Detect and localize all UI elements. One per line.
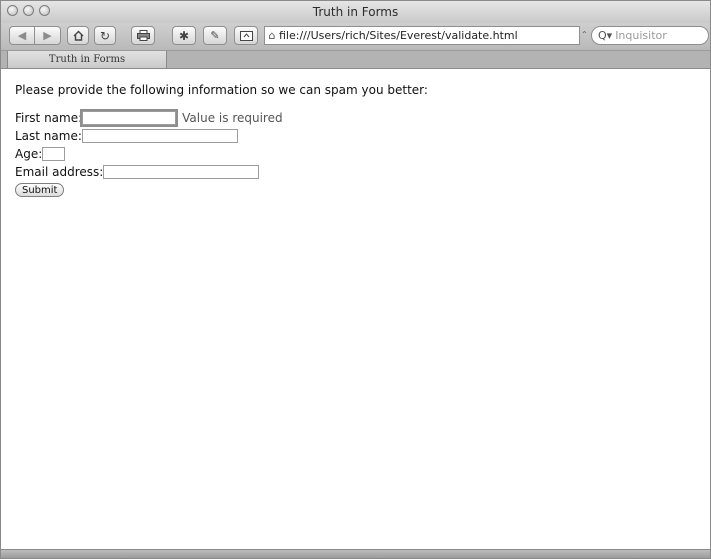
forward-arrow-icon: ▶ — [43, 29, 52, 42]
last-name-input[interactable] — [81, 129, 238, 143]
tab-truth-in-forms[interactable]: Truth in Forms — [7, 51, 167, 68]
browser-window: Truth in Forms ◀ ▶ ↻ ✱ ✎ ⌂ file:///Users… — [0, 0, 711, 559]
home-icon — [73, 30, 83, 41]
search-placeholder: Inquisitor — [615, 29, 667, 42]
print-icon — [136, 30, 150, 41]
window-tool-button[interactable] — [234, 26, 258, 45]
window-tool-icon — [239, 30, 253, 41]
edit-icon: ✎ — [210, 29, 220, 42]
age-row: Age: — [15, 145, 695, 163]
signup-form: First name: Value is required Last name:… — [15, 109, 695, 197]
email-input[interactable] — [103, 165, 260, 179]
address-dropdown-icon[interactable]: ⌃ — [581, 30, 588, 39]
back-arrow-icon: ◀ — [17, 29, 27, 42]
settings-button[interactable]: ✱ — [172, 26, 196, 45]
intro-text: Please provide the following information… — [15, 83, 428, 97]
last-name-label: Last name: — [15, 129, 82, 143]
email-row: Email address: — [15, 163, 695, 181]
gear-icon: ✱ — [178, 28, 190, 43]
tab-label: Truth in Forms — [48, 54, 126, 65]
forward-button[interactable]: ▶ — [34, 26, 61, 45]
address-bar[interactable]: ⌂ file:///Users/rich/Sites/Everest/valid… — [264, 26, 580, 45]
reload-button[interactable]: ↻ — [94, 26, 116, 45]
tab-strip: Truth in Forms — [1, 51, 710, 69]
age-input[interactable] — [42, 147, 66, 161]
back-button[interactable]: ◀ — [9, 26, 35, 45]
first-name-label: First name: — [15, 111, 83, 125]
browser-toolbar: ◀ ▶ ↻ ✱ ✎ ⌂ file:///Users/rich/Sites/Eve… — [1, 23, 710, 51]
first-name-error: Value is required — [182, 111, 283, 125]
window-title: Truth in Forms — [312, 5, 399, 19]
title-bar: Truth in Forms — [1, 1, 710, 24]
first-name-input[interactable] — [80, 109, 179, 127]
status-bar — [1, 549, 710, 558]
reload-icon: ↻ — [99, 28, 111, 43]
print-button[interactable] — [131, 26, 155, 45]
email-label: Email address: — [15, 165, 104, 179]
submit-button[interactable]: Submit — [15, 183, 65, 197]
address-url: file:///Users/rich/Sites/Everest/validat… — [279, 29, 518, 42]
age-label: Age: — [15, 147, 43, 161]
search-field[interactable]: Q▾ Inquisitor — [591, 26, 709, 45]
edit-button[interactable]: ✎ — [203, 26, 227, 45]
last-name-row: Last name: — [15, 127, 695, 145]
page-content: Please provide the following information… — [15, 83, 695, 197]
search-icon: Q▾ — [598, 29, 613, 42]
page-favicon-icon: ⌂ — [268, 29, 276, 42]
home-button[interactable] — [67, 26, 89, 45]
first-name-row: First name: Value is required — [15, 109, 695, 127]
